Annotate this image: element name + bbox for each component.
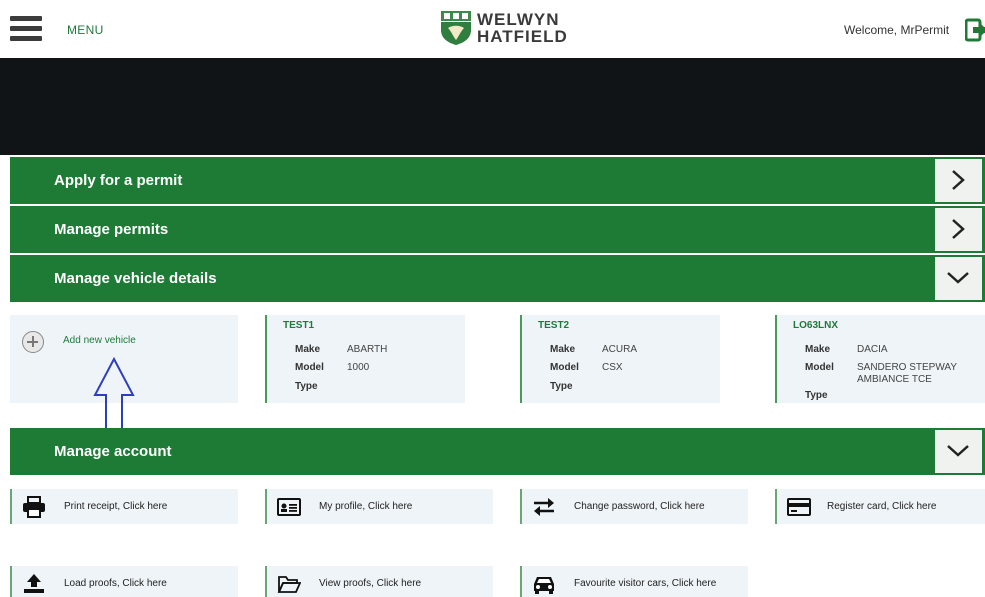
vehicle-reg: TEST2: [538, 320, 570, 331]
make-label: Make: [295, 344, 321, 355]
section-manage-permits[interactable]: Manage permits: [10, 206, 985, 253]
favourite-cars-tile[interactable]: Favourite visitor cars, Click here: [520, 566, 748, 597]
upload-icon: [24, 574, 44, 593]
model-value: 1000: [347, 362, 370, 373]
shield-logo-icon: [441, 11, 471, 45]
vehicle-reg: TEST1: [283, 320, 315, 331]
id-card-icon: [277, 498, 301, 516]
logo[interactable]: WELWYN HATFIELD: [439, 6, 568, 50]
vehicle-type-row: Type: [295, 381, 347, 392]
model-value: CSX: [602, 362, 623, 373]
section-manage-account[interactable]: Manage account: [10, 428, 985, 475]
chevron-right-icon[interactable]: [935, 159, 982, 202]
logo-line1: WELWYN: [477, 10, 560, 29]
register-card-tile[interactable]: Register card, Click here: [775, 489, 985, 524]
vehicle-model-row-2: AMBIANCE TCE: [857, 374, 932, 385]
logo-line2: HATFIELD: [477, 27, 568, 46]
vehicle-card[interactable]: TEST1 Make ABARTH Model 1000 Type: [265, 315, 465, 403]
model-value-line2: AMBIANCE TCE: [857, 374, 932, 385]
welcome-text: Welcome, MrPermit: [844, 23, 950, 37]
vehicle-model-row: Model 1000: [295, 362, 369, 373]
section-label: Apply for a permit: [54, 172, 183, 189]
vehicle-model-row: Model CSX: [550, 362, 623, 373]
printer-icon: [23, 496, 45, 518]
model-label: Model: [805, 362, 834, 373]
my-profile-tile[interactable]: My profile, Click here: [265, 489, 493, 524]
logout-icon[interactable]: [965, 18, 985, 42]
page: MENU WELWYN HATFIELD Welcome, MrPermit A…: [0, 0, 985, 597]
logo-text: WELWYN HATFIELD: [477, 11, 568, 45]
tile-label: Register card, Click here: [827, 501, 937, 512]
make-value: DACIA: [857, 344, 888, 355]
vehicle-type-row: Type: [550, 381, 602, 392]
section-manage-vehicles[interactable]: Manage vehicle details: [10, 255, 985, 302]
change-password-tile[interactable]: Change password, Click here: [520, 489, 748, 524]
vehicle-model-row: Model SANDERO STEPWAY: [805, 362, 957, 373]
section-label: Manage account: [54, 443, 172, 460]
type-label: Type: [805, 390, 828, 401]
make-label: Make: [805, 344, 831, 355]
hero-banner: [0, 58, 985, 155]
vehicle-card[interactable]: TEST2 Make ACURA Model CSX Type: [520, 315, 720, 403]
vehicle-card[interactable]: LO63LNX Make DACIA Model SANDERO STEPWAY A…: [775, 315, 985, 403]
type-label: Type: [295, 381, 318, 392]
make-value: ACURA: [602, 344, 638, 355]
section-apply-permit[interactable]: Apply for a permit: [10, 157, 985, 204]
vehicle-reg: LO63LNX: [793, 320, 839, 331]
plus-circle-icon[interactable]: [22, 331, 44, 353]
load-proofs-tile[interactable]: Load proofs, Click here: [10, 566, 238, 597]
chevron-down-icon[interactable]: [935, 257, 982, 300]
folder-icon: [277, 576, 301, 593]
tile-label: Print receipt, Click here: [64, 501, 168, 512]
vehicle-make-row: Make ABARTH: [295, 344, 387, 355]
type-label: Type: [550, 381, 573, 392]
tile-label: Favourite visitor cars, Click here: [574, 578, 717, 589]
tile-label: Load proofs, Click here: [64, 578, 167, 589]
menu-label[interactable]: MENU: [67, 23, 104, 37]
header: MENU WELWYN HATFIELD Welcome, MrPermit: [0, 0, 985, 58]
model-value: SANDERO STEPWAY: [857, 362, 958, 373]
section-label: Manage permits: [54, 221, 169, 238]
chevron-right-icon[interactable]: [935, 208, 982, 251]
make-label: Make: [550, 344, 576, 355]
print-receipt-tile[interactable]: Print receipt, Click here: [10, 489, 238, 524]
tile-label: View proofs, Click here: [319, 578, 422, 589]
vehicle-type-row: Type: [805, 390, 857, 401]
swap-arrows-icon: [534, 498, 554, 516]
annotation-arrow-icon: [93, 357, 135, 436]
add-vehicle-link[interactable]: Add new vehicle: [63, 335, 136, 346]
model-label: Model: [295, 362, 324, 373]
vehicle-make-row: Make DACIA: [805, 344, 888, 355]
section-label: Manage vehicle details: [54, 270, 217, 287]
make-value: ABARTH: [347, 344, 388, 355]
tile-label: Change password, Click here: [574, 501, 705, 512]
credit-card-icon: [787, 498, 811, 516]
tile-label: My profile, Click here: [319, 501, 413, 512]
hamburger-icon[interactable]: [10, 16, 42, 42]
view-proofs-tile[interactable]: View proofs, Click here: [265, 566, 493, 597]
vehicle-make-row: Make ACURA: [550, 344, 637, 355]
model-label: Model: [550, 362, 579, 373]
car-icon: [534, 577, 554, 594]
chevron-down-icon[interactable]: [935, 430, 982, 473]
